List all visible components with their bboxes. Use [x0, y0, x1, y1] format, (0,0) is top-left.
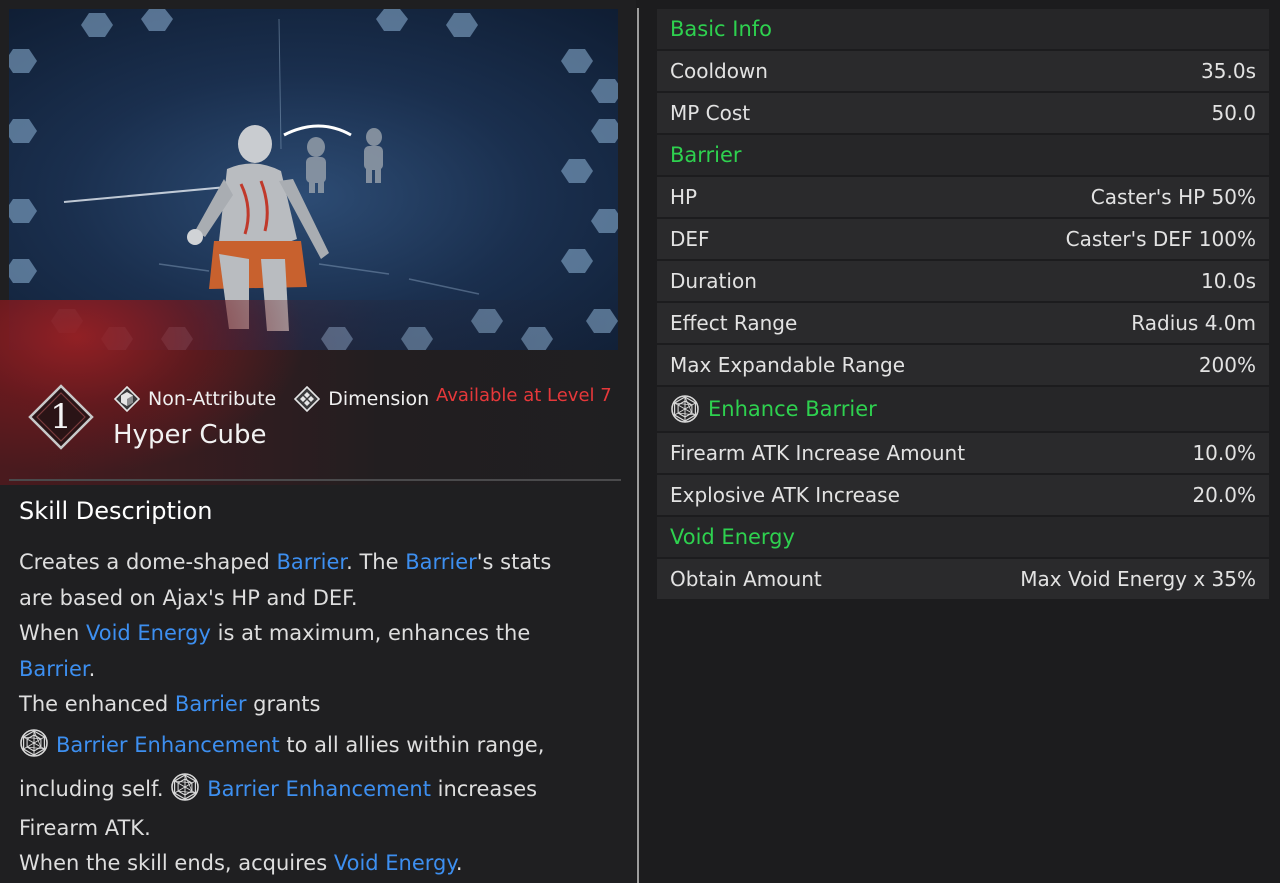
stat-value: Caster's HP 50%: [1090, 185, 1256, 209]
stat-value: 10.0s: [1201, 269, 1256, 293]
description-title: Skill Description: [19, 497, 213, 525]
section-basic-info: Basic Info: [657, 9, 1269, 49]
keyword-barrier[interactable]: Barrier: [276, 550, 346, 574]
stat-value: 10.0%: [1192, 441, 1256, 465]
section-barrier: Barrier: [657, 135, 1269, 175]
skill-preview-video[interactable]: [9, 9, 618, 350]
skill-slot-badge: 1: [28, 384, 94, 450]
desc-text: .: [88, 656, 96, 681]
desc-text: Creates a dome-shaped: [19, 550, 277, 574]
desc-text: When: [19, 621, 86, 645]
stat-label: HP: [670, 185, 698, 209]
stat-row-mp-cost: MP Cost 50.0: [657, 93, 1269, 133]
stat-value: Caster's DEF 100%: [1065, 227, 1256, 251]
section-title: Void Energy: [670, 525, 795, 549]
desc-text: . The: [346, 550, 406, 574]
section-title: Enhance Barrier: [708, 397, 877, 421]
stat-value: Max Void Energy x 35%: [1020, 567, 1256, 591]
desc-text: .: [455, 851, 463, 875]
stat-label: MP Cost: [670, 101, 751, 125]
keyword-barrier-enhancement[interactable]: Barrier Enhancement: [207, 777, 431, 801]
section-enhance-barrier: Enhance Barrier: [657, 387, 1269, 431]
stat-row-def: DEF Caster's DEF 100%: [657, 219, 1269, 259]
skill-detail-panel: 1 Non-Attribute Dimension Available at L…: [0, 0, 636, 883]
keyword-void-energy[interactable]: Void Energy: [86, 621, 211, 645]
stat-label: Obtain Amount: [670, 567, 822, 591]
desc-text: are based on Ajax's HP and DEF.: [19, 585, 358, 610]
skill-slot-number: 1: [50, 397, 72, 437]
desc-text: Firearm ATK.: [19, 815, 151, 840]
stat-row-explosive-atk-increase: Explosive ATK Increase 20.0%: [657, 475, 1269, 515]
skill-attributes: Non-Attribute Dimension: [113, 383, 430, 415]
stat-row-hp: HP Caster's HP 50%: [657, 177, 1269, 217]
barrier-enhancement-web-icon: [671, 395, 699, 423]
stat-value: 200%: [1198, 353, 1256, 377]
desc-text: When the skill ends, acquires: [19, 851, 334, 875]
type-label: Dimension: [328, 388, 430, 410]
stat-label: Cooldown: [670, 59, 768, 83]
section-title: Barrier: [670, 143, 742, 167]
desc-text: is at maximum, enhances the: [210, 621, 531, 645]
section-void-energy: Void Energy: [657, 517, 1269, 557]
stat-value: Radius 4.0m: [1131, 311, 1256, 335]
preview-scene: [9, 9, 618, 350]
desc-text: to all allies within range,: [279, 732, 545, 757]
barrier-enhancement-web-icon: [20, 728, 48, 757]
attribute-label: Non-Attribute: [148, 388, 277, 410]
section-title: Basic Info: [670, 17, 773, 41]
keyword-void-energy[interactable]: Void Energy: [334, 851, 456, 875]
stat-label: Max Expandable Range: [670, 353, 906, 377]
stat-value: 50.0: [1211, 101, 1256, 125]
availability-text: Available at Level 7: [436, 385, 612, 406]
skill-name: Hyper Cube: [113, 420, 267, 450]
stat-row-firearm-atk-increase: Firearm ATK Increase Amount 10.0%: [657, 433, 1269, 473]
keyword-barrier[interactable]: Barrier: [19, 657, 89, 681]
non-attribute-cube-icon: [113, 385, 141, 413]
stat-value: 35.0s: [1201, 59, 1256, 83]
stat-label: Explosive ATK Increase: [670, 483, 900, 507]
keyword-barrier[interactable]: Barrier: [175, 692, 247, 716]
stat-row-max-expandable-range: Max Expandable Range 200%: [657, 345, 1269, 385]
stat-row-duration: Duration 10.0s: [657, 261, 1269, 301]
barrier-enhancement-web-icon: [171, 772, 200, 801]
stat-label: Firearm ATK Increase Amount: [670, 441, 966, 465]
panel-separator: [637, 8, 639, 883]
desc-text: The enhanced: [19, 692, 175, 716]
desc-text: increases: [430, 776, 538, 801]
section-divider: [9, 479, 621, 481]
stat-label: Duration: [670, 269, 757, 293]
skill-description: Creates a dome-shaped Barrier. The Barri…: [19, 545, 619, 882]
stat-label: DEF: [670, 227, 710, 251]
desc-text: including self.: [19, 776, 171, 801]
desc-text: 's stats: [476, 550, 552, 574]
stat-row-cooldown: Cooldown 35.0s: [657, 51, 1269, 91]
dimension-diamond-icon: [294, 385, 321, 413]
stat-label: Effect Range: [670, 311, 798, 335]
keyword-barrier-enhancement[interactable]: Barrier Enhancement: [56, 733, 280, 757]
stats-panel: Basic Info Cooldown 35.0s MP Cost 50.0 B…: [657, 9, 1269, 601]
desc-text: grants: [246, 692, 321, 716]
stat-row-obtain-amount: Obtain Amount Max Void Energy x 35%: [657, 559, 1269, 599]
stat-row-effect-range: Effect Range Radius 4.0m: [657, 303, 1269, 343]
keyword-barrier[interactable]: Barrier: [405, 550, 477, 574]
stat-value: 20.0%: [1192, 483, 1256, 507]
